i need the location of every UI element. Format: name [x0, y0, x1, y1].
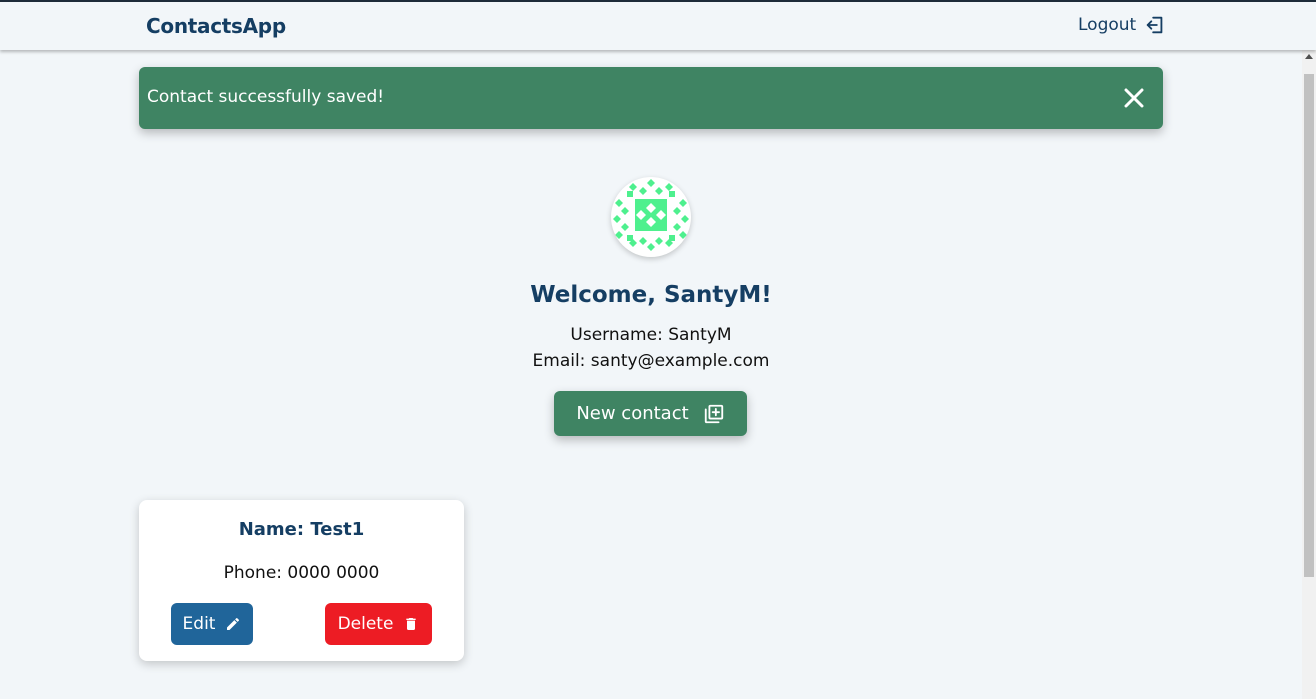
- success-alert: Contact successfully saved!: [139, 67, 1163, 129]
- identicon-avatar-icon: [613, 179, 689, 251]
- alert-message: Contact successfully saved!: [147, 87, 385, 107]
- edit-label: Edit: [182, 614, 216, 634]
- avatar: [611, 177, 691, 257]
- scrollbar-thumb[interactable]: [1304, 74, 1314, 577]
- add-box-icon: [704, 404, 723, 423]
- navbar: ContactsApp Logout: [0, 2, 1316, 50]
- logout-icon: [1146, 16, 1163, 34]
- app-brand[interactable]: ContactsApp: [146, 14, 286, 38]
- trash-icon: [406, 618, 417, 630]
- delete-button[interactable]: Delete: [325, 603, 432, 645]
- logout-button[interactable]: Logout: [1078, 14, 1166, 36]
- new-contact-label: New contact: [576, 403, 689, 424]
- scroll-up-arrow-icon[interactable]: [1305, 54, 1313, 59]
- contact-phone: Phone: 0000 0000: [223, 563, 380, 583]
- email-text: Email: santy@example.com: [532, 351, 770, 371]
- scrollbar[interactable]: [1302, 50, 1316, 699]
- pencil-icon: [227, 617, 240, 630]
- username-text: Username: SantyM: [570, 325, 732, 345]
- contact-name: Name: Test1: [238, 519, 365, 540]
- contact-card: Name: Test1 Phone: 0000 0000 Edit Delete: [139, 500, 464, 661]
- logout-label: Logout: [1078, 15, 1137, 35]
- new-contact-button[interactable]: New contact: [554, 391, 747, 436]
- close-icon[interactable]: [1122, 86, 1146, 110]
- edit-button[interactable]: Edit: [171, 603, 253, 645]
- delete-label: Delete: [337, 614, 394, 634]
- welcome-heading: Welcome, SantyM!: [530, 282, 772, 308]
